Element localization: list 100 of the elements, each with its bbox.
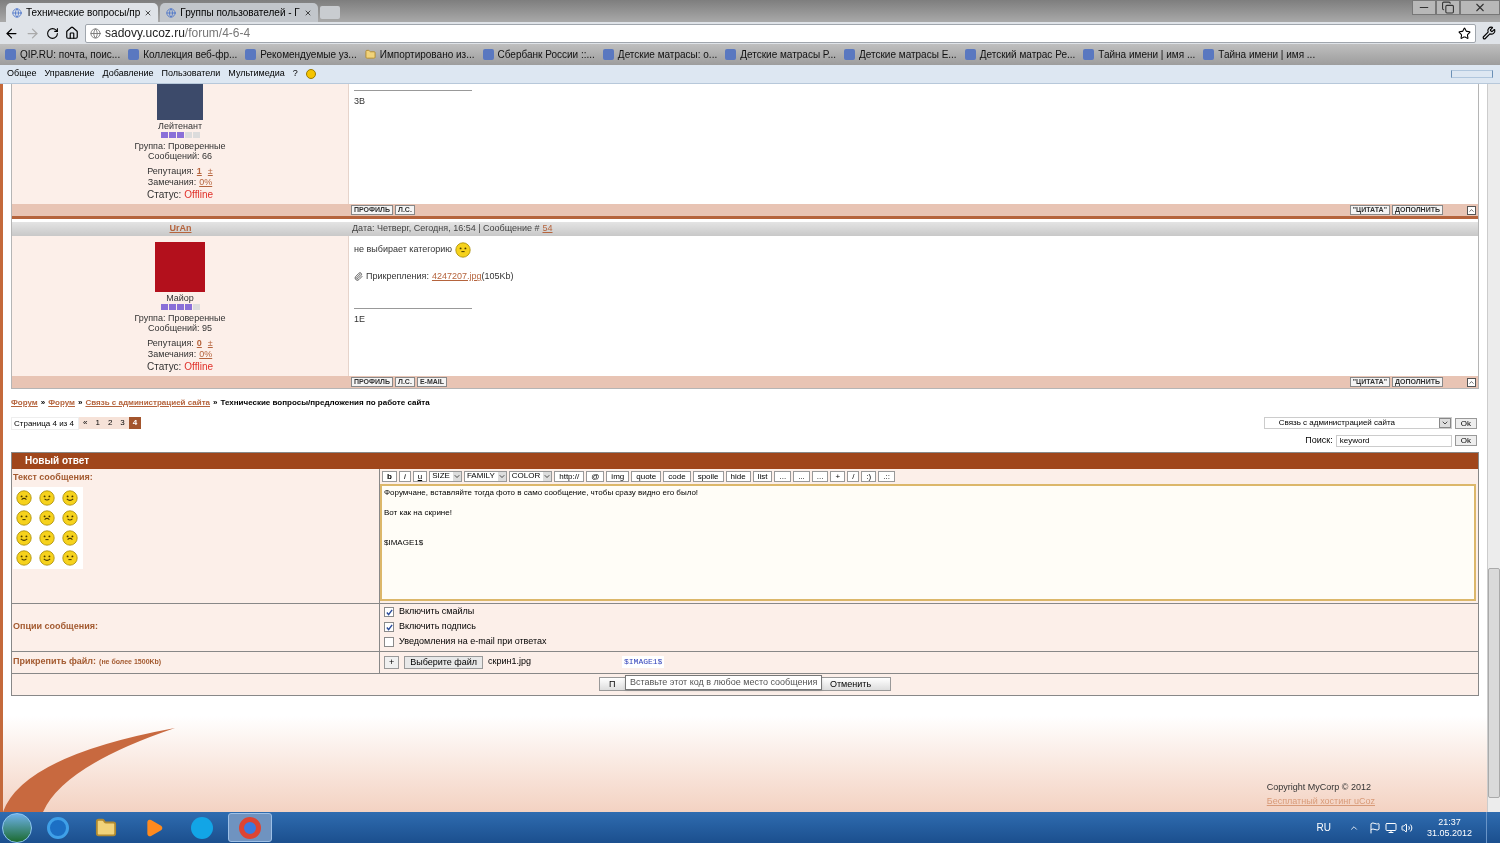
format-button[interactable]: .:: (878, 470, 895, 482)
bookmark[interactable]: Детские матрасы Е... (844, 47, 957, 62)
smiley-icon[interactable] (39, 490, 55, 506)
admin-menu-item[interactable]: Мультимедиа (228, 67, 285, 81)
bookmark[interactable]: Сбербанк России ::... (482, 47, 595, 62)
network-icon[interactable] (1384, 821, 1397, 834)
format-button[interactable]: http:// (554, 470, 585, 482)
smiley-icon[interactable] (16, 530, 32, 546)
bookmark[interactable]: Тайна имени | имя ... (1203, 47, 1316, 62)
format-button[interactable]: hide (725, 470, 751, 482)
admin-menu-item[interactable]: ? (292, 67, 298, 81)
smiley-icon[interactable] (455, 242, 472, 258)
flag-icon[interactable] (1368, 821, 1381, 834)
format-button[interactable]: :) (861, 470, 877, 482)
page-link[interactable]: 1 (91, 417, 104, 429)
remarks-link[interactable]: 0% (199, 177, 213, 188)
scrollbar-thumb[interactable] (1488, 568, 1500, 798)
scrollbar[interactable] (1487, 84, 1500, 812)
format-button[interactable]: img (606, 470, 630, 482)
format-button[interactable]: ... (793, 470, 810, 482)
admin-menu-item[interactable]: Управление (44, 67, 95, 81)
bookmark[interactable]: Детские матрасы Р... (725, 47, 836, 62)
checkbox[interactable] (384, 607, 394, 617)
close-icon[interactable] (144, 8, 153, 17)
format-button[interactable]: u (412, 470, 428, 482)
remarks-link[interactable]: 0% (199, 349, 213, 360)
format-button[interactable]: + (830, 470, 846, 482)
clock[interactable]: 21:37 31.05.2012 (1426, 816, 1472, 839)
bookmark[interactable]: Детский матрас Ре... (964, 47, 1076, 62)
settings-icon[interactable] (1482, 26, 1496, 40)
reputation-change-link[interactable]: ± (207, 166, 213, 177)
choose-file-button[interactable]: Выберите файл (404, 655, 484, 669)
close-icon[interactable] (1460, 0, 1500, 15)
format-select[interactable]: FAMILY (463, 470, 507, 482)
bookmark[interactable]: Импортировано из... (364, 47, 475, 62)
back-icon[interactable] (4, 25, 19, 41)
reload-icon[interactable] (46, 26, 59, 40)
bookmark[interactable]: QIP.RU: почта, поис... (5, 47, 121, 62)
taskbar-app-button[interactable] (228, 813, 272, 842)
reputation-change-link[interactable]: ± (207, 338, 213, 349)
smiley-icon[interactable] (62, 510, 78, 526)
format-button[interactable]: b (382, 470, 397, 482)
forum-select[interactable]: Связь с администрацией сайта (1263, 417, 1452, 429)
format-button[interactable]: / (847, 470, 860, 482)
checkbox[interactable] (384, 622, 394, 632)
ok-button[interactable]: Ok (1454, 417, 1477, 429)
format-button[interactable]: ... (774, 470, 792, 482)
smiley-icon[interactable] (62, 490, 78, 506)
bookmark[interactable]: Рекомендуемые уз... (245, 47, 357, 62)
format-button[interactable]: @ (586, 470, 605, 482)
admin-menu-item[interactable]: Добавление (102, 67, 154, 81)
checkbox[interactable] (384, 637, 394, 647)
start-button[interactable] (2, 812, 32, 843)
smiley-icon[interactable] (39, 510, 55, 526)
smiley-icon[interactable] (16, 510, 32, 526)
format-button[interactable]: code (663, 470, 691, 482)
message-field[interactable]: Форумчане, вставляйте тогда фото в само сообщение, чтобы сразу видно его было! Вот как на скрине! $IMAGE1$ (380, 483, 1476, 601)
format-button[interactable]: list (752, 470, 773, 482)
ok-button[interactable]: Ok (1454, 435, 1477, 447)
slider-icon[interactable] (1451, 70, 1493, 78)
scroll-top-icon[interactable] (1467, 205, 1476, 215)
smiley-icon[interactable] (39, 550, 55, 566)
browser-tab[interactable]: Группы пользователей - Г (160, 3, 318, 22)
browser-tab[interactable]: Технические вопросы/пр (6, 3, 159, 22)
warning-icon[interactable] (305, 69, 316, 79)
language-indicator[interactable]: RU (1316, 820, 1331, 835)
close-icon[interactable] (303, 8, 312, 17)
smiley-icon[interactable] (62, 530, 78, 546)
smiley-icon[interactable] (39, 530, 55, 546)
address-field[interactable]: sadovy.ucoz.ru/forum/4-6-4 (85, 23, 1476, 43)
format-button[interactable]: spoile (692, 470, 724, 482)
minimize-icon[interactable] (1412, 0, 1436, 15)
smiley-icon[interactable] (16, 550, 32, 566)
star-icon[interactable] (1458, 26, 1471, 40)
smiley-icon[interactable] (16, 490, 32, 506)
format-button[interactable]: quote (631, 470, 662, 482)
bookmark[interactable]: Тайна имени | имя ... (1083, 47, 1196, 62)
bookmark[interactable]: Коллекция веб-фр... (128, 47, 238, 62)
volume-icon[interactable] (1400, 821, 1413, 834)
scroll-top-icon[interactable] (1467, 377, 1476, 387)
format-button[interactable]: ... (811, 470, 829, 482)
add-file-button[interactable]: + (384, 655, 400, 669)
admin-menu-item[interactable]: Общее (7, 67, 37, 81)
breadcrumb-link[interactable]: Связь с администрацией сайта (85, 397, 210, 409)
admin-menu-item[interactable]: Пользователи (161, 67, 221, 81)
breadcrumb-link[interactable]: Форум (11, 397, 38, 409)
bookmark[interactable]: Детские матрасы: о... (602, 47, 718, 62)
smiley-icon[interactable] (62, 550, 78, 566)
search-field[interactable]: keyword (1335, 434, 1452, 447)
restore-icon[interactable] (1436, 0, 1460, 15)
format-select[interactable]: COLOR (508, 470, 553, 482)
attachment-link[interactable]: 4247207.jpg (431, 270, 482, 284)
field-label: Текст сообщения: (13, 470, 94, 484)
breadcrumb-link[interactable]: Форум (48, 397, 75, 409)
home-icon[interactable] (65, 26, 79, 40)
reputation-link[interactable]: 1 (196, 166, 202, 177)
page-link[interactable]: 3 (116, 417, 129, 429)
reputation-link[interactable]: 0 (196, 338, 202, 349)
format-button[interactable]: i (398, 470, 411, 482)
format-select[interactable]: SIZE (429, 470, 462, 482)
